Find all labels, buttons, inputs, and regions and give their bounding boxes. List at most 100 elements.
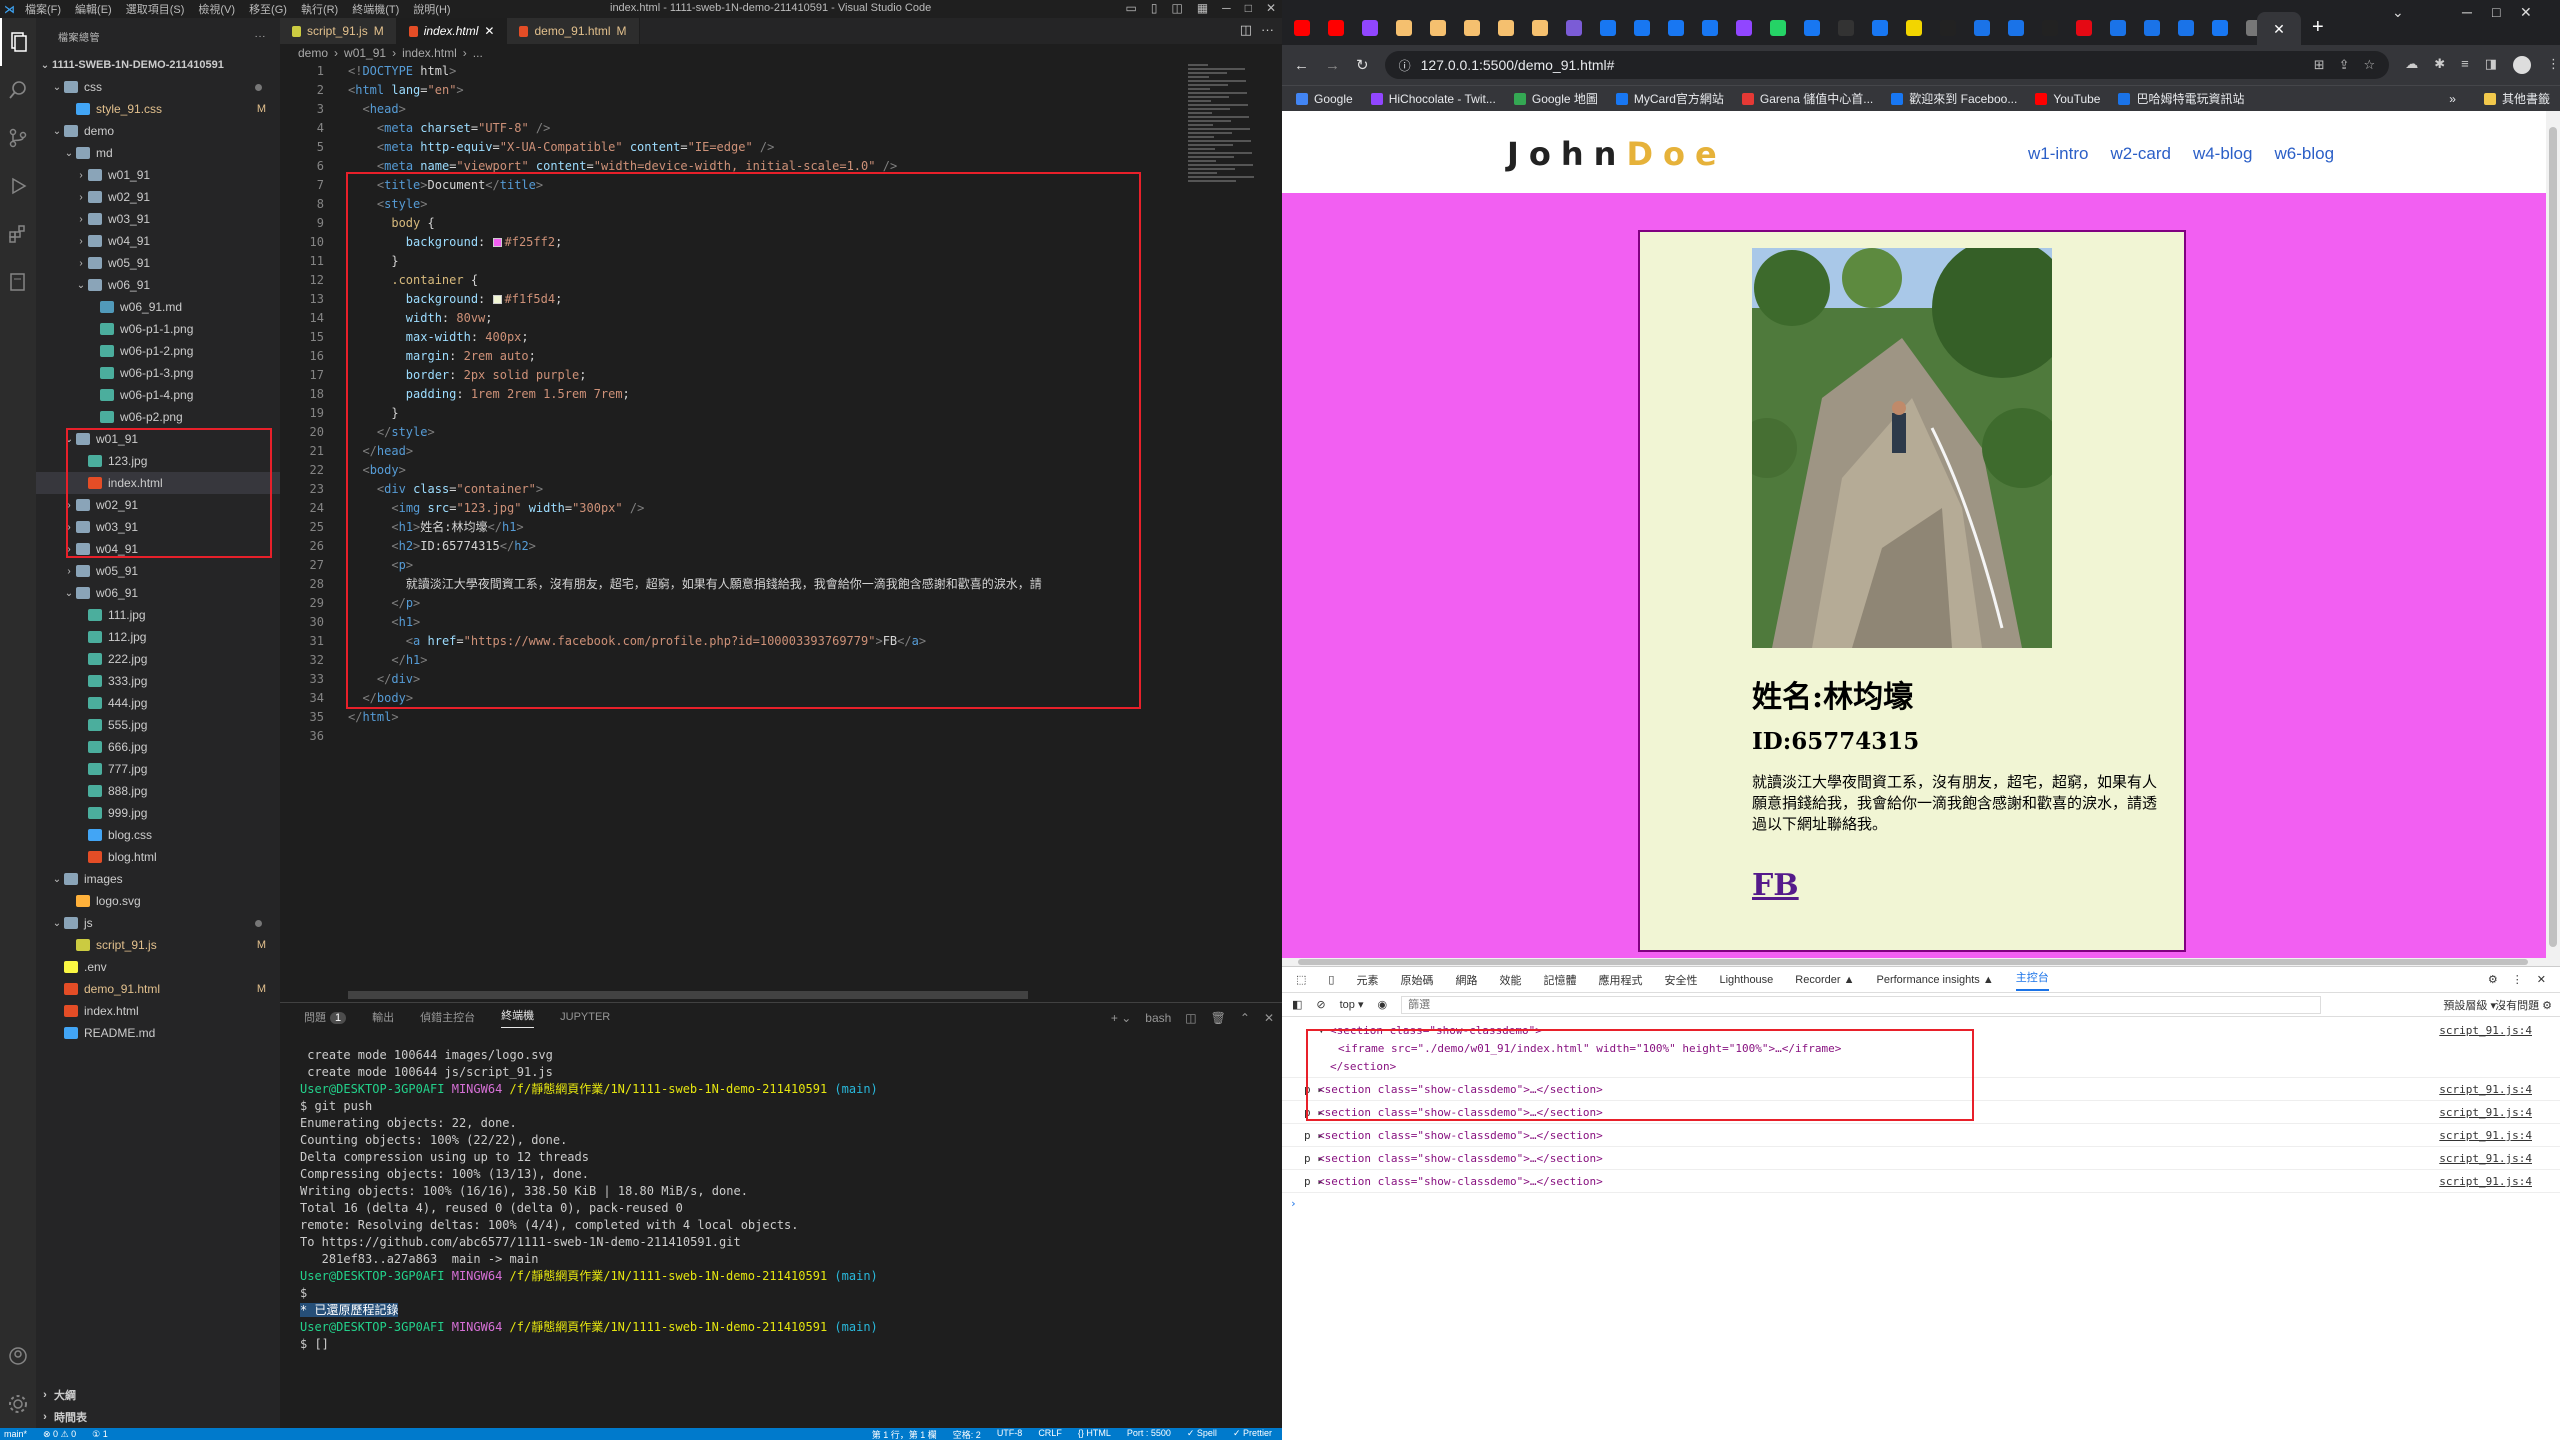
source-control-icon[interactable] — [0, 114, 36, 162]
code-line[interactable]: </html> — [348, 708, 399, 727]
file-tree-item[interactable]: blog.html — [36, 846, 280, 868]
status-item[interactable]: ✓ Spell — [1187, 1428, 1217, 1440]
tab-favicon[interactable] — [1838, 20, 1854, 36]
page-vertical-scrollbar[interactable] — [2546, 111, 2560, 966]
tab-favicon[interactable] — [1294, 20, 1310, 36]
code-line[interactable]: <meta charset="UTF-8" /> — [348, 119, 550, 138]
code-line[interactable]: <head> — [348, 100, 405, 119]
file-tree-item[interactable]: ⌄ w06_91 — [36, 274, 280, 296]
panel-tab[interactable]: 偵錯主控台 — [420, 1009, 475, 1025]
tab-favicon[interactable] — [2008, 20, 2024, 36]
share-icon[interactable]: ⇪ — [2339, 57, 2350, 73]
tab-favicon[interactable] — [1736, 20, 1752, 36]
console-message[interactable]: p ▸ <section class="show-classdemo">…</se… — [1282, 1147, 2560, 1170]
close-tab-icon[interactable]: ✕ — [2273, 21, 2285, 37]
tab-search-icon[interactable]: ⌄ — [2392, 4, 2404, 21]
active-tab[interactable]: ✕ — [2257, 12, 2301, 46]
console-message[interactable]: p ▸ <section class="show-classdemo">…</se… — [1282, 1124, 2560, 1147]
file-tree-item[interactable]: index.html — [36, 1000, 280, 1022]
code-line[interactable]: <html lang="en"> — [348, 81, 464, 100]
clear-console-icon[interactable]: ⊘ — [1316, 998, 1325, 1011]
remote-explorer-icon[interactable] — [0, 258, 36, 306]
puzzle-icon[interactable]: ✱ — [2434, 56, 2445, 74]
devtools-tab[interactable]: 元素 — [1356, 972, 1378, 988]
tab-favicon[interactable] — [2178, 20, 2194, 36]
page-horizontal-scrollbar[interactable] — [1282, 958, 2546, 966]
log-levels-select[interactable]: 預設層級 ▾ — [2443, 997, 2496, 1013]
breadcrumb-item[interactable]: w01_91 — [344, 46, 386, 60]
profile-avatar[interactable] — [2513, 56, 2531, 74]
file-tree-item[interactable]: w06-p1-4.png — [36, 384, 280, 406]
devtools-tab[interactable]: 網路 — [1455, 972, 1477, 988]
menu-dots-icon[interactable]: ⋮ — [2547, 56, 2560, 74]
file-tree-item[interactable]: demo_91.html M — [36, 978, 280, 1000]
close-tab-icon[interactable]: ✕ — [484, 24, 494, 38]
add-terminal-icon[interactable]: + ⌄ — [1111, 1011, 1131, 1025]
console-filter-input[interactable]: 篩選 — [1401, 995, 2322, 1014]
context-select[interactable]: top ▾ — [1340, 998, 1364, 1011]
split-editor-icon[interactable]: ◫ — [1240, 22, 1252, 38]
search-icon[interactable] — [0, 66, 36, 114]
file-tree-item[interactable]: ⌄ images — [36, 868, 280, 890]
maximize-icon[interactable]: □ — [1245, 1, 1252, 15]
file-tree-item[interactable]: style_91.css M — [36, 98, 280, 120]
breadcrumb-item[interactable]: index.html — [402, 46, 457, 60]
console-source-link[interactable]: script_91.js:4 — [2439, 1152, 2532, 1165]
bookmark-item[interactable]: YouTube — [2035, 92, 2100, 106]
menu-item[interactable]: 檔案(F) — [25, 1, 61, 17]
settings-gear-icon[interactable] — [0, 1380, 36, 1428]
file-tree-item[interactable]: w06_91.md — [36, 296, 280, 318]
split-terminal-icon[interactable]: ◫ — [1185, 1011, 1196, 1025]
workspace-root[interactable]: ⌄ 1111-SWEB-1N-DEMO-211410591 — [36, 54, 280, 76]
translate-icon[interactable]: ⊞ — [2314, 57, 2325, 73]
panel-tab[interactable]: JUPYTER — [560, 1011, 610, 1023]
status-item[interactable]: ① 1 — [92, 1429, 108, 1440]
file-tree-item[interactable]: › w01_91 — [36, 164, 280, 186]
console-source-link[interactable]: script_91.js:4 — [2439, 1129, 2532, 1142]
file-tree-item[interactable]: w06-p1-2.png — [36, 340, 280, 362]
panel-tab[interactable]: 終端機 — [501, 1007, 535, 1028]
status-item[interactable]: CRLF — [1038, 1428, 1062, 1440]
console-input-prompt[interactable]: › — [1282, 1193, 2560, 1214]
bookmark-item[interactable]: HiChocolate - Twit... — [1370, 92, 1496, 106]
inspect-element-icon[interactable]: ⬚ — [1296, 973, 1306, 986]
code-line[interactable]: <meta http-equiv="X-UA-Compatible" conte… — [348, 138, 774, 157]
minimize-icon[interactable]: ─ — [1222, 1, 1231, 15]
tab-favicon[interactable] — [1634, 20, 1650, 36]
status-item[interactable]: ✓ Prettier — [1233, 1428, 1272, 1440]
extension-icon[interactable]: ☁ — [2405, 56, 2418, 74]
file-tree-item[interactable]: 888.jpg — [36, 780, 280, 802]
more-actions-icon[interactable]: ··· — [1261, 22, 1274, 37]
console-source-link[interactable]: script_91.js:4 — [2439, 1175, 2532, 1188]
devtools-tab[interactable]: 原始碼 — [1400, 972, 1433, 988]
code-line[interactable]: <!DOCTYPE html> — [348, 62, 456, 81]
run-debug-icon[interactable] — [0, 162, 36, 210]
file-tree-item[interactable]: › w05_91 — [36, 560, 280, 582]
other-bookmarks[interactable]: 其他書籤 — [2483, 90, 2560, 107]
file-tree-item[interactable]: README.md — [36, 1022, 280, 1044]
status-item[interactable]: ⊗ 0 ⚠ 0 — [43, 1429, 76, 1440]
panel-tab[interactable]: 輸出 — [372, 1009, 394, 1025]
close-icon[interactable]: ✕ — [2520, 4, 2532, 21]
status-item[interactable]: 空格: 2 — [953, 1428, 981, 1440]
console-source-link[interactable]: script_91.js:4 — [2439, 1083, 2532, 1096]
file-tree-item[interactable]: w06-p1-3.png — [36, 362, 280, 384]
file-tree-item[interactable]: 222.jpg — [36, 648, 280, 670]
tab-favicon[interactable] — [1940, 20, 1956, 36]
file-tree-item[interactable]: ⌄ demo — [36, 120, 280, 142]
address-bar[interactable]: ⓘ 127.0.0.1:5500/demo_91.html# ⊞ ⇪ ☆ — [1384, 51, 2390, 79]
panel-tab[interactable]: 問題 1 — [304, 1009, 347, 1025]
reading-list-icon[interactable]: ≡ — [2461, 56, 2469, 74]
file-tree-item[interactable]: ⌄ w06_91 — [36, 582, 280, 604]
bookmark-item[interactable]: MyCard官方網站 — [1615, 90, 1724, 107]
file-tree-item[interactable]: logo.svg — [36, 890, 280, 912]
file-tree-item[interactable]: 777.jpg — [36, 758, 280, 780]
menu-item[interactable]: 檢視(V) — [198, 1, 235, 17]
sidebar-toggle-icon[interactable]: ◧ — [1292, 998, 1302, 1011]
menu-item[interactable]: 終端機(T) — [352, 1, 399, 17]
layout-icon[interactable]: ▦ — [1197, 1, 1208, 15]
account-icon[interactable] — [0, 1332, 36, 1380]
tab-favicon[interactable] — [1872, 20, 1888, 36]
devtools-tab[interactable]: 記憶體 — [1543, 972, 1576, 988]
layout-icon[interactable]: ▭ — [1126, 1, 1137, 15]
